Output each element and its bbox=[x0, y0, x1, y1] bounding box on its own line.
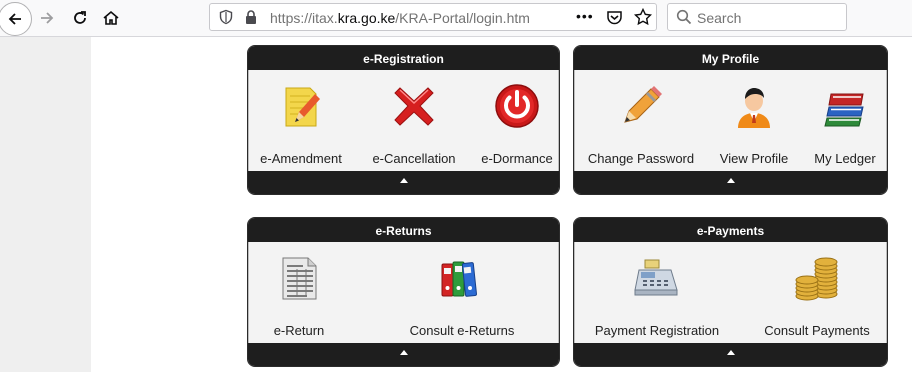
url-prefix: https://itax. bbox=[270, 10, 338, 26]
reload-icon bbox=[74, 11, 86, 24]
view-profile-link[interactable]: View Profile bbox=[711, 70, 797, 171]
search-placeholder: Search bbox=[697, 10, 742, 26]
panel-collapse-bar[interactable] bbox=[574, 171, 887, 194]
url-domain: kra.go.ke bbox=[337, 10, 396, 26]
left-sidebar-area bbox=[0, 37, 91, 372]
caret-up-icon bbox=[726, 178, 735, 183]
user-avatar-icon bbox=[738, 88, 770, 128]
panel-e-returns: e-Returns e-Return Consult e-Returns bbox=[247, 217, 560, 367]
address-bar[interactable]: https://itax.kra.go.ke/KRA-Portal/login.… bbox=[209, 3, 657, 31]
coin-stack-icon bbox=[795, 257, 838, 301]
payment-registration-link[interactable]: Payment Registration bbox=[589, 242, 725, 343]
back-arrow-icon bbox=[8, 13, 21, 25]
item-label: e-Amendment bbox=[260, 151, 342, 166]
cash-register-icon bbox=[634, 259, 678, 296]
e-return-link[interactable]: e-Return bbox=[249, 242, 349, 343]
power-icon bbox=[495, 84, 539, 128]
e-cancellation-link[interactable]: e-Cancellation bbox=[362, 70, 466, 171]
red-cross-icon bbox=[394, 87, 434, 126]
item-label: My Ledger bbox=[814, 151, 876, 166]
url-path: /KRA-Portal/login.htm bbox=[395, 10, 530, 26]
my-ledger-link[interactable]: My Ledger bbox=[803, 70, 887, 171]
pocket-icon[interactable] bbox=[606, 9, 623, 26]
item-label: e-Return bbox=[273, 323, 325, 338]
panel-collapse-bar[interactable] bbox=[574, 343, 887, 366]
item-label: Consult Payments bbox=[764, 323, 870, 338]
binders-icon bbox=[441, 261, 477, 297]
e-amendment-link[interactable]: e-Amendment bbox=[249, 70, 353, 171]
bookmark-star-icon[interactable] bbox=[634, 8, 652, 26]
item-label: Payment Registration bbox=[594, 323, 720, 338]
home-button[interactable] bbox=[97, 4, 125, 32]
item-label: Change Password bbox=[587, 151, 695, 166]
browser-toolbar: https://itax.kra.go.ke/KRA-Portal/login.… bbox=[0, 0, 912, 37]
caret-up-icon bbox=[726, 350, 735, 355]
panel-body: e-Return Consult e-Returns bbox=[248, 242, 559, 343]
panel-body: e-Amendment e-Cancellation e-Dormance bbox=[248, 70, 559, 171]
url-text[interactable]: https://itax.kra.go.ke/KRA-Portal/login.… bbox=[270, 10, 530, 26]
caret-up-icon bbox=[399, 178, 408, 183]
books-stack-icon bbox=[824, 93, 864, 127]
panel-e-registration: e-Registration e-Amendment e-Cancellatio… bbox=[247, 45, 560, 195]
shield-icon[interactable] bbox=[218, 9, 234, 25]
panel-collapse-bar[interactable] bbox=[248, 343, 559, 366]
page-actions-icon[interactable]: ••• bbox=[576, 8, 594, 24]
change-password-link[interactable]: Change Password bbox=[579, 70, 703, 171]
panel-collapse-bar[interactable] bbox=[248, 171, 559, 194]
item-label: Consult e-Returns bbox=[409, 323, 515, 338]
panel-title: e-Registration bbox=[248, 46, 559, 70]
panel-title: e-Returns bbox=[248, 218, 559, 242]
caret-up-icon bbox=[399, 350, 408, 355]
item-label: e-Dormance bbox=[481, 151, 553, 166]
lock-icon[interactable] bbox=[244, 9, 258, 25]
item-label: View Profile bbox=[719, 151, 789, 166]
panel-body: Payment Registration Consult Payments bbox=[574, 242, 887, 343]
forward-arrow-icon bbox=[41, 12, 54, 24]
panel-e-payments: e-Payments Payment Registration Consult … bbox=[573, 217, 888, 367]
notepad-pencil-icon bbox=[285, 87, 320, 127]
e-dormance-link[interactable]: e-Dormance bbox=[475, 70, 559, 171]
reload-button[interactable] bbox=[66, 4, 94, 32]
document-form-icon bbox=[282, 257, 317, 300]
item-label: e-Cancellation bbox=[372, 151, 456, 166]
panel-body: Change Password View Profile My Ledger bbox=[574, 70, 887, 171]
search-icon bbox=[676, 9, 692, 25]
consult-payments-link[interactable]: Consult Payments bbox=[757, 242, 877, 343]
forward-button[interactable] bbox=[33, 4, 61, 32]
panel-my-profile: My Profile Change Password View Profile bbox=[573, 45, 888, 195]
back-button[interactable] bbox=[0, 2, 32, 36]
pencil-icon bbox=[624, 86, 662, 123]
home-icon bbox=[103, 10, 119, 25]
consult-e-returns-link[interactable]: Consult e-Returns bbox=[397, 242, 527, 343]
search-bar[interactable]: Search bbox=[667, 3, 847, 31]
panel-title: My Profile bbox=[574, 46, 887, 70]
panel-title: e-Payments bbox=[574, 218, 887, 242]
